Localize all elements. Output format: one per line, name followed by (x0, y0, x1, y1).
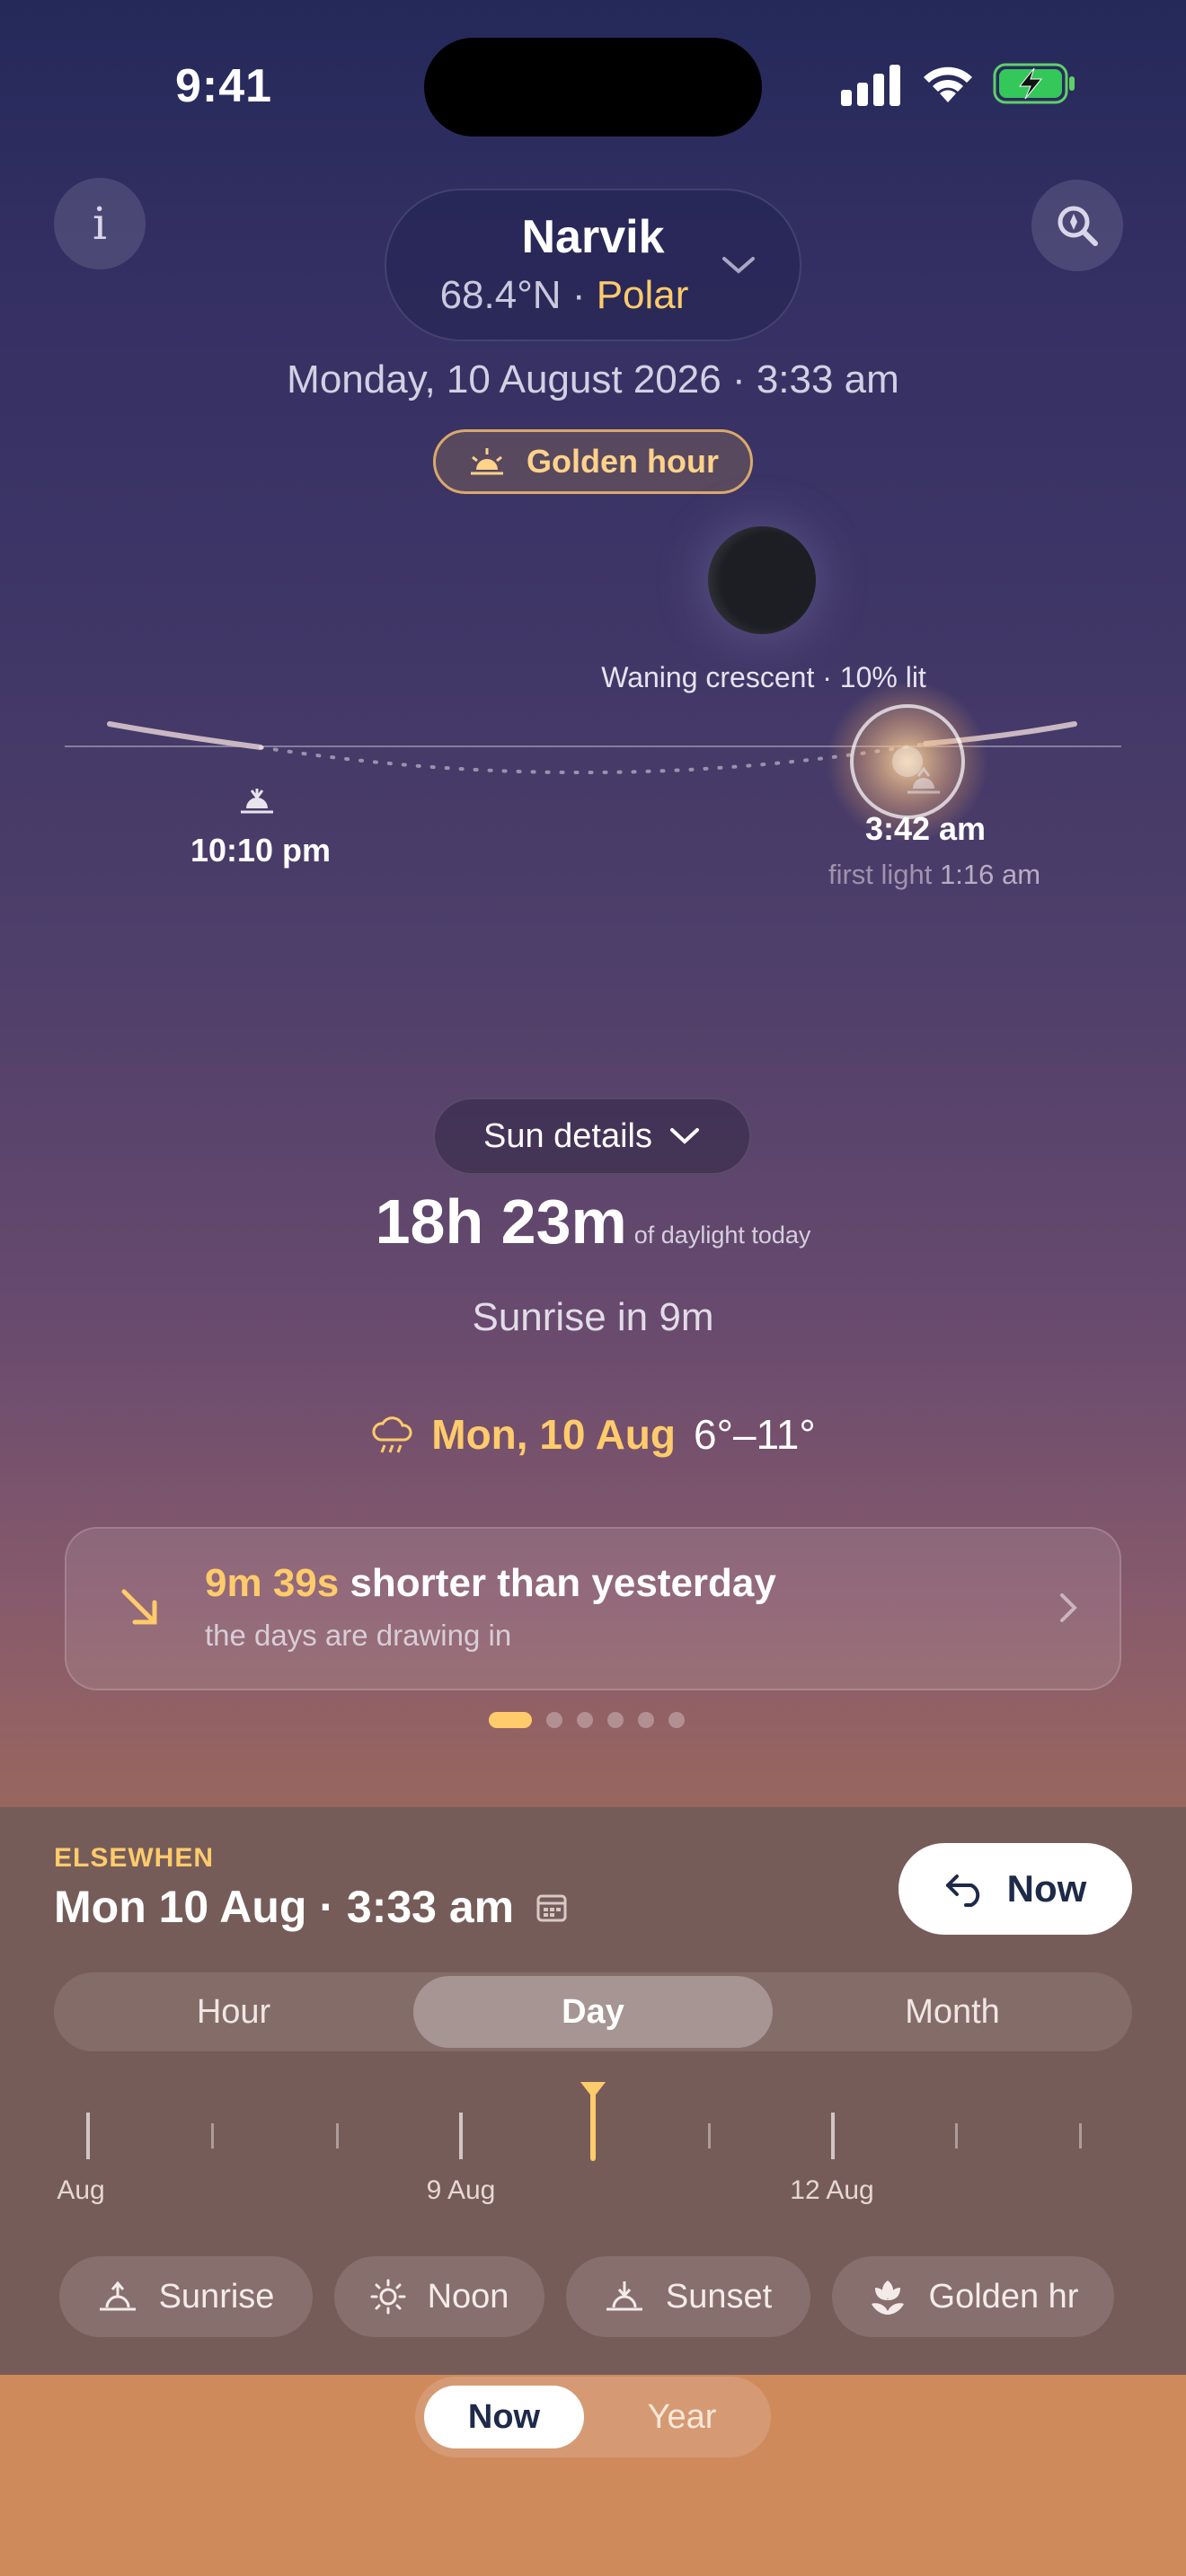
sunset-icon (606, 2281, 642, 2311)
battery-charging-icon (993, 63, 1075, 104)
timeline-scrubber[interactable]: 6 Aug 9 Aug 12 Aug (0, 2077, 1186, 2220)
chevron-down-icon (670, 1128, 699, 1144)
forecast-day: Mon, 10 Aug (431, 1411, 676, 1458)
card-title-rest: shorter than yesterday (339, 1561, 776, 1605)
climate-zone: Polar (596, 273, 689, 317)
sunrise-time: 3:42 am (864, 810, 987, 847)
timeline-tick (86, 2113, 90, 2159)
arrow-down-right-icon (121, 1589, 157, 1625)
sunset-time: 10:10 pm (190, 832, 332, 869)
daylight-summary: 18h 23m of daylight today (0, 1186, 1186, 1257)
timeline-label: 12 Aug (790, 2175, 874, 2205)
page-dot[interactable] (668, 1712, 685, 1728)
timeline-tick (708, 2123, 711, 2148)
weather-forecast[interactable]: Mon, 10 Aug 6°–11° (0, 1410, 1186, 1459)
timeline-playhead[interactable] (579, 2080, 607, 2163)
page-dot[interactable] (489, 1712, 532, 1728)
page-dot[interactable] (607, 1712, 624, 1728)
dynamic-island (424, 38, 762, 137)
jump-sunset-label: Sunset (665, 2277, 773, 2316)
timeline-label: 6 Aug (36, 2175, 105, 2205)
search-location-icon (1058, 206, 1098, 246)
daylight-suffix: of daylight today (633, 1222, 811, 1248)
search-location-button[interactable] (1031, 180, 1123, 271)
elsewhen-label: ELSEWHEN (54, 1843, 215, 1873)
sunrise-countdown: Sunrise in 9m (472, 1295, 714, 1339)
jump-golden-hour-chip[interactable]: Golden hr (832, 2256, 1114, 2337)
sun-dot (892, 746, 923, 777)
daylight-duration: 18h 23m (375, 1187, 627, 1257)
return-arrow-icon (945, 1875, 979, 1907)
status-time: 9:41 (175, 60, 273, 112)
mode-switcher[interactable]: Now Year (415, 2377, 771, 2457)
sunrise-icon (99, 2280, 136, 2311)
phase-badge: Golden hour (433, 429, 753, 494)
timeline-label: 9 Aug (426, 2175, 496, 2205)
flower-icon (871, 2280, 904, 2315)
segment-hour[interactable]: Hour (54, 1972, 413, 2051)
calendar-icon[interactable] (535, 1891, 568, 1923)
page-dot[interactable] (546, 1712, 562, 1728)
elsewhen-date-row[interactable]: Mon 10 Aug · 3:33 am (54, 1881, 568, 1933)
card-title: 9m 39s shorter than yesterday (205, 1561, 776, 1606)
sunset-icon (241, 789, 273, 814)
jump-sunrise-chip[interactable]: Sunrise (59, 2256, 313, 2337)
return-to-now-label: Now (1006, 1867, 1087, 1910)
daylight-change-card[interactable] (65, 1527, 1121, 1690)
first-light: first light 1:16 am (773, 859, 1096, 891)
segment-day[interactable]: Day (413, 1976, 773, 2048)
mode-year[interactable]: Year (602, 2386, 762, 2448)
forecast-range: 6°–11° (694, 1411, 816, 1458)
jump-noon-chip[interactable]: Noon (334, 2256, 544, 2337)
sunrise-icon (471, 448, 503, 475)
timeline-tick (831, 2113, 835, 2159)
timeline-tick (336, 2123, 339, 2148)
card-subtitle: the days are drawing in (205, 1619, 512, 1652)
card-highlight: 9m 39s (205, 1561, 340, 1605)
segment-month[interactable]: Month (773, 1972, 1132, 2051)
current-datetime: Monday, 10 August 2026 · 3:33 am (287, 357, 899, 401)
mode-now[interactable]: Now (424, 2386, 584, 2448)
rain-cloud-icon (372, 1416, 412, 1453)
sun-path-night (259, 742, 927, 774)
info-icon: i (93, 198, 107, 250)
first-light-label: first light (828, 859, 933, 890)
chevron-down-icon[interactable] (719, 251, 758, 278)
page-indicator[interactable] (489, 1712, 685, 1728)
info-button[interactable]: i (54, 178, 146, 269)
first-light-time: 1:16 am (940, 859, 1041, 890)
location-latitude: 68.4°N (439, 273, 562, 317)
page-dot[interactable] (577, 1712, 593, 1728)
jump-noon-label: Noon (427, 2277, 509, 2316)
timeline-tick (459, 2113, 463, 2159)
timeline-tick (211, 2123, 214, 2148)
jump-sunrise-label: Sunrise (158, 2277, 275, 2316)
timeline-tick (1079, 2123, 1082, 2148)
jump-golden-hour-label: Golden hr (928, 2277, 1079, 2316)
sun-details-button[interactable]: Sun details (433, 1098, 751, 1175)
timeline-tick (955, 2123, 958, 2148)
jump-sunset-chip[interactable]: Sunset (566, 2256, 810, 2337)
scrub-granularity-segmented-control[interactable]: Hour Day Month (54, 1972, 1132, 2051)
phase-badge-label: Golden hour (527, 443, 719, 480)
sun-details-label: Sun details (482, 1116, 652, 1155)
moon-phase-graphic (708, 526, 816, 634)
cellular-signal-icon (841, 65, 900, 106)
elsewhen-date: Mon 10 Aug · 3:33 am (54, 1882, 515, 1932)
return-to-now-button[interactable]: Now (898, 1843, 1132, 1935)
page-dot[interactable] (638, 1712, 654, 1728)
chevron-right-icon (1060, 1593, 1077, 1622)
location-subtitle: 68.4°N · Polar (385, 273, 744, 318)
wifi-icon (924, 66, 972, 102)
sun-path-day-left (107, 721, 263, 750)
sun-icon (370, 2279, 406, 2315)
location-separator: · (571, 273, 586, 317)
timeline-fade-edge (0, 2175, 52, 2229)
